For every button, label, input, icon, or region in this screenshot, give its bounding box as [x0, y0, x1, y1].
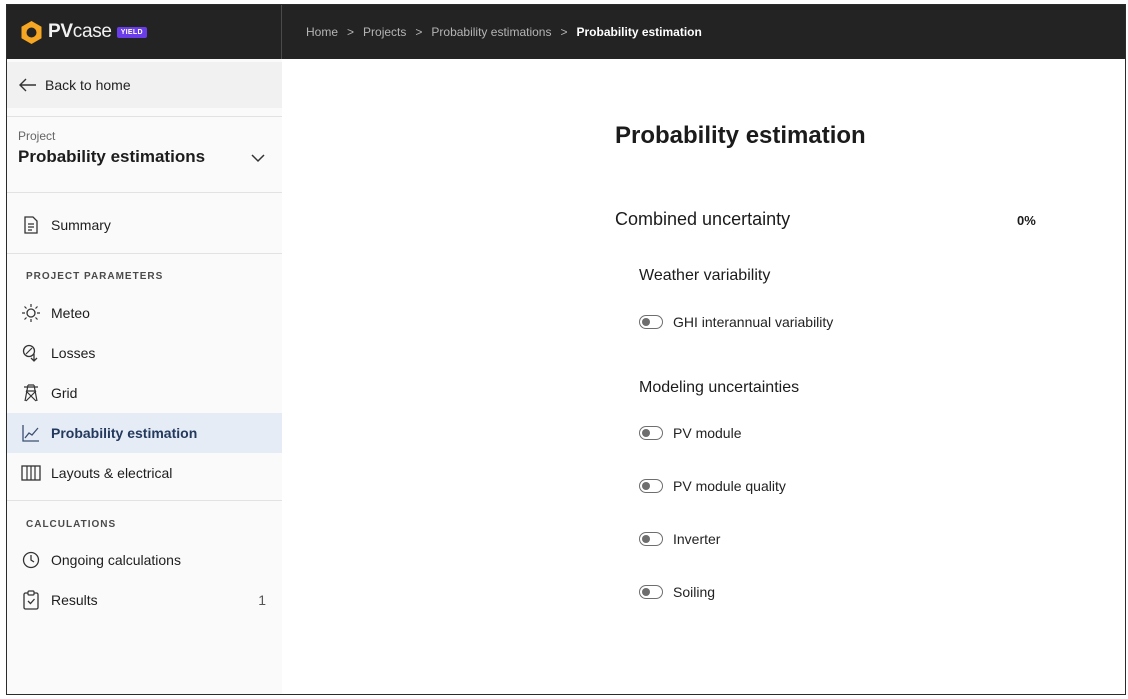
sidebar-item-layouts-electrical[interactable]: Layouts & electrical — [7, 453, 282, 493]
toggle-switch[interactable] — [639, 315, 663, 329]
pvcase-logo-icon — [19, 20, 44, 45]
section-calculations: CALCULATIONS — [26, 519, 117, 530]
results-count-badge: 1 — [258, 592, 266, 608]
section-project-parameters: PROJECT PARAMETERS — [26, 271, 164, 282]
toggle-switch[interactable] — [639, 585, 663, 599]
sidebar-item-summary[interactable]: Summary — [7, 205, 282, 245]
page-title: Probability estimation — [615, 122, 866, 149]
sidebar-item-label: Losses — [51, 345, 96, 361]
toggle-switch[interactable] — [639, 426, 663, 440]
weather-variability-title: Weather variability — [639, 267, 771, 284]
breadcrumb-probability-estimations[interactable]: Probability estimations — [431, 25, 551, 39]
sidebar-item-meteo[interactable]: Meteo — [7, 293, 282, 333]
sidebar-item-label: Summary — [51, 217, 111, 233]
breadcrumb-projects[interactable]: Projects — [363, 25, 406, 39]
breadcrumb-separator: > — [560, 25, 568, 39]
brand-name: PVcase — [48, 21, 112, 42]
clipboard-check-icon — [21, 590, 41, 610]
sidebar-item-probability-estimation[interactable]: Probability estimation — [7, 413, 282, 453]
breadcrumb: Home > Projects > Probability estimation… — [306, 5, 702, 59]
yield-badge: YIELD — [116, 26, 147, 38]
logo[interactable]: PVcase YIELD — [7, 5, 282, 59]
toggle-label: PV module quality — [673, 478, 786, 494]
divider — [7, 500, 282, 501]
sidebar-item-results[interactable]: Results 1 — [7, 580, 282, 620]
modeling-uncertainties-title: Modeling uncertainties — [639, 379, 800, 396]
back-to-home-button[interactable]: Back to home — [7, 62, 282, 108]
toggle-switch[interactable] — [639, 479, 663, 493]
toggle-label: Soiling — [673, 584, 716, 600]
toggle-soiling[interactable]: Soiling — [639, 584, 715, 600]
combined-uncertainty-label: Combined uncertainty — [615, 209, 791, 229]
combined-uncertainty-value: 0% — [1017, 213, 1036, 228]
sidebar: Back to home Project Probability estimat… — [7, 59, 282, 694]
toggle-ghi-interannual-variability[interactable]: GHI interannual variability — [639, 314, 833, 330]
line-chart-icon — [21, 423, 41, 443]
breadcrumb-current: Probability estimation — [576, 25, 702, 39]
arrow-left-icon — [19, 78, 36, 92]
toggle-label: PV module — [673, 425, 742, 441]
divider — [7, 253, 282, 254]
sidebar-item-losses[interactable]: Losses — [7, 333, 282, 373]
toggle-pv-module[interactable]: PV module — [639, 425, 741, 441]
toggle-inverter[interactable]: Inverter — [639, 531, 720, 547]
top-bar: PVcase YIELD Home > Projects > Probabili… — [7, 5, 1125, 59]
toggle-label: GHI interannual variability — [673, 314, 834, 330]
sidebar-item-ongoing-calculations[interactable]: Ongoing calculations — [7, 540, 282, 580]
sidebar-item-label: Ongoing calculations — [51, 552, 181, 568]
breadcrumb-separator: > — [347, 25, 355, 39]
breadcrumb-home[interactable]: Home — [306, 25, 338, 39]
project-selector[interactable]: Project Probability estimations — [7, 116, 282, 193]
toggle-pv-module-quality[interactable]: PV module quality — [639, 478, 786, 494]
power-tower-icon — [21, 383, 41, 403]
project-name: Probability estimations — [18, 147, 206, 166]
sidebar-item-label: Probability estimation — [51, 425, 198, 441]
toggle-label: Inverter — [673, 531, 721, 547]
layout-columns-icon — [21, 463, 41, 483]
sidebar-item-label: Results — [51, 592, 98, 608]
sidebar-item-grid[interactable]: Grid — [7, 373, 282, 413]
sun-icon — [21, 303, 41, 323]
sidebar-item-label: Meteo — [51, 305, 90, 321]
back-to-home-label: Back to home — [45, 77, 131, 93]
app-window: PVcase YIELD Home > Projects > Probabili… — [6, 4, 1126, 695]
toggle-switch[interactable] — [639, 532, 663, 546]
chevron-down-icon[interactable] — [250, 153, 266, 163]
sidebar-item-label: Grid — [51, 385, 78, 401]
clock-icon — [21, 550, 41, 570]
document-icon — [21, 215, 41, 235]
losses-icon — [21, 343, 41, 363]
project-label: Project — [18, 129, 56, 143]
sidebar-item-label: Layouts & electrical — [51, 465, 173, 481]
breadcrumb-separator: > — [415, 25, 423, 39]
